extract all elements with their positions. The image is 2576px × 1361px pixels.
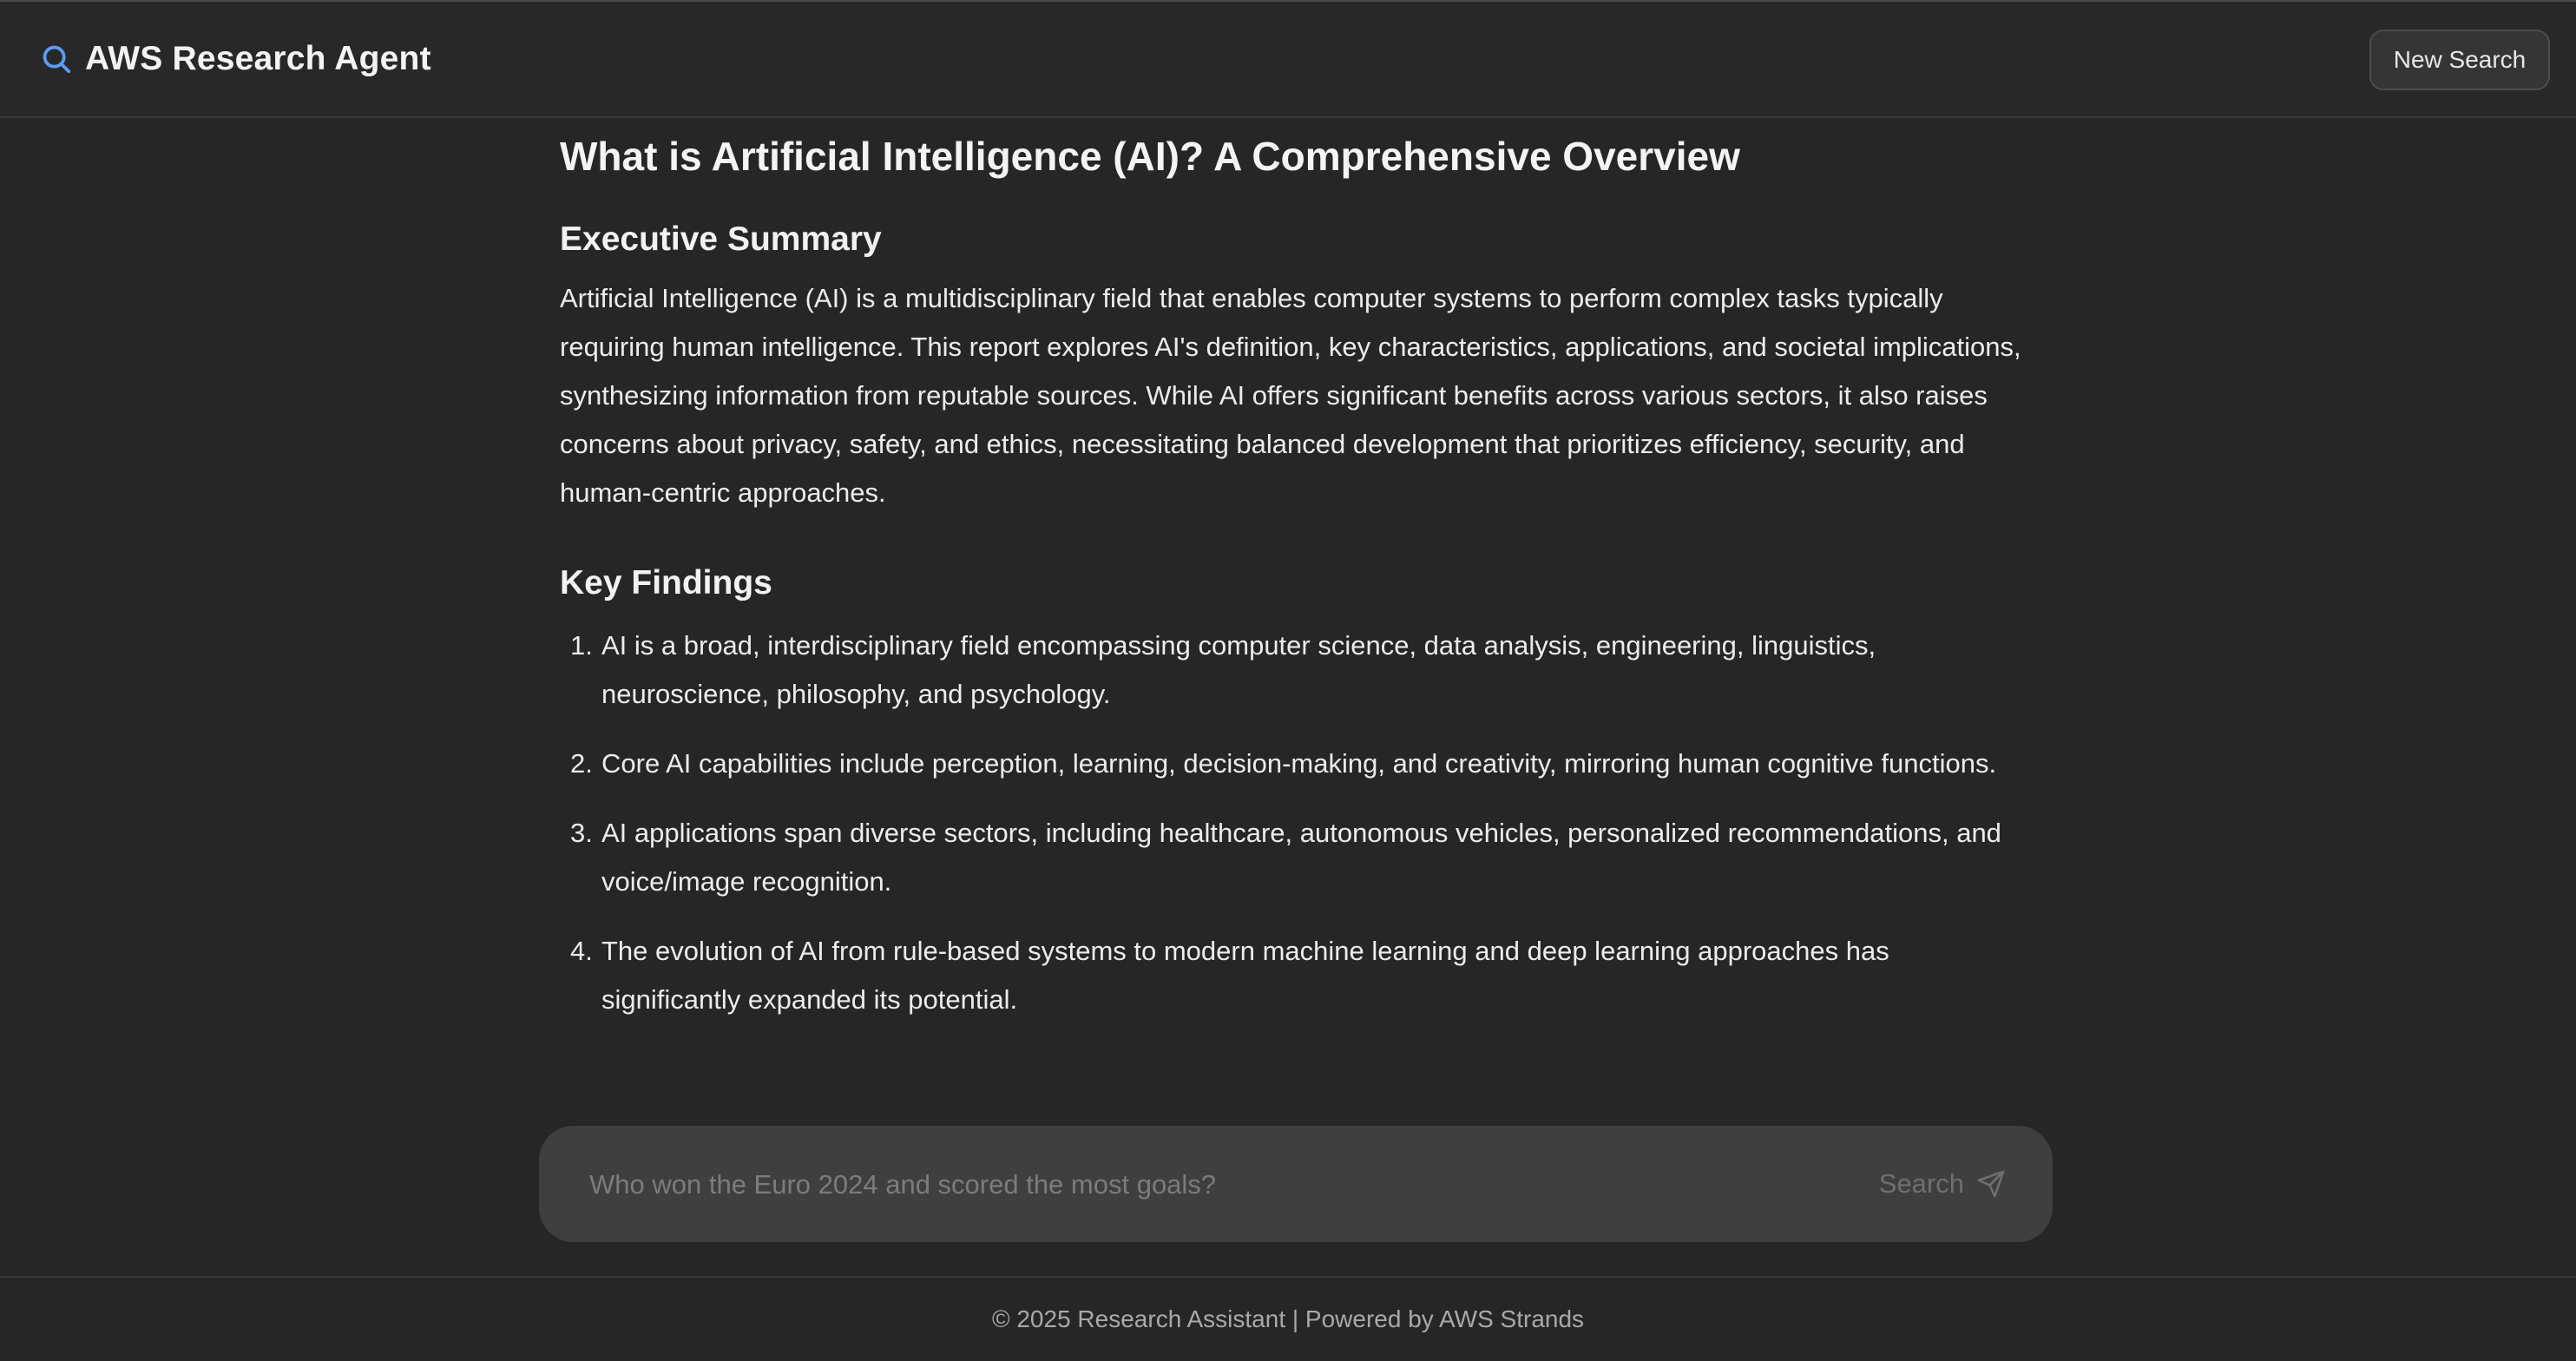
search-icon [40, 43, 73, 76]
app-footer: © 2025 Research Assistant | Powered by A… [0, 1276, 2576, 1361]
new-search-button[interactable]: New Search [2369, 30, 2550, 90]
list-item-text: The evolution of AI from rule-based syst… [601, 936, 1889, 1015]
list-item-number: 3. [570, 818, 593, 848]
list-item: 2. Core AI capabilities include percepti… [560, 740, 2027, 788]
report-content: What is Artificial Intelligence (AI)? A … [560, 118, 2027, 1045]
app-header: AWS Research Agent New Search [0, 0, 2576, 118]
list-item-text: Core AI capabilities include perception,… [601, 748, 1997, 779]
send-icon [1976, 1169, 2006, 1199]
search-bar: Search [539, 1126, 2053, 1244]
footer-text: © 2025 Research Assistant | Powered by A… [991, 1305, 1585, 1332]
executive-summary-text: Artificial Intelligence (AI) is a multid… [560, 283, 2021, 508]
key-findings-list: 1. AI is a broad, interdisciplinary fiel… [560, 621, 2027, 1024]
list-item-number: 1. [570, 630, 593, 661]
list-item-number: 2. [570, 748, 593, 779]
report-title: What is Artificial Intelligence (AI)? A … [560, 134, 1740, 179]
list-item: 3. AI applications span diverse sectors,… [560, 809, 2027, 906]
list-item: 4. The evolution of AI from rule-based s… [560, 927, 2027, 1024]
list-item: 1. AI is a broad, interdisciplinary fiel… [560, 621, 2027, 719]
brand: AWS Research Agent [40, 40, 431, 78]
executive-summary-heading: Executive Summary [560, 220, 882, 258]
search-button-label: Search [1878, 1168, 1964, 1199]
search-button[interactable]: Search [1879, 1126, 2006, 1242]
key-findings-heading: Key Findings [560, 564, 772, 602]
app-title: AWS Research Agent [85, 40, 431, 77]
list-item-text: AI applications span diverse sectors, in… [601, 818, 2001, 897]
list-item-text: AI is a broad, interdisciplinary field e… [601, 630, 1876, 709]
search-input[interactable] [588, 1126, 1789, 1244]
list-item-number: 4. [570, 936, 593, 966]
